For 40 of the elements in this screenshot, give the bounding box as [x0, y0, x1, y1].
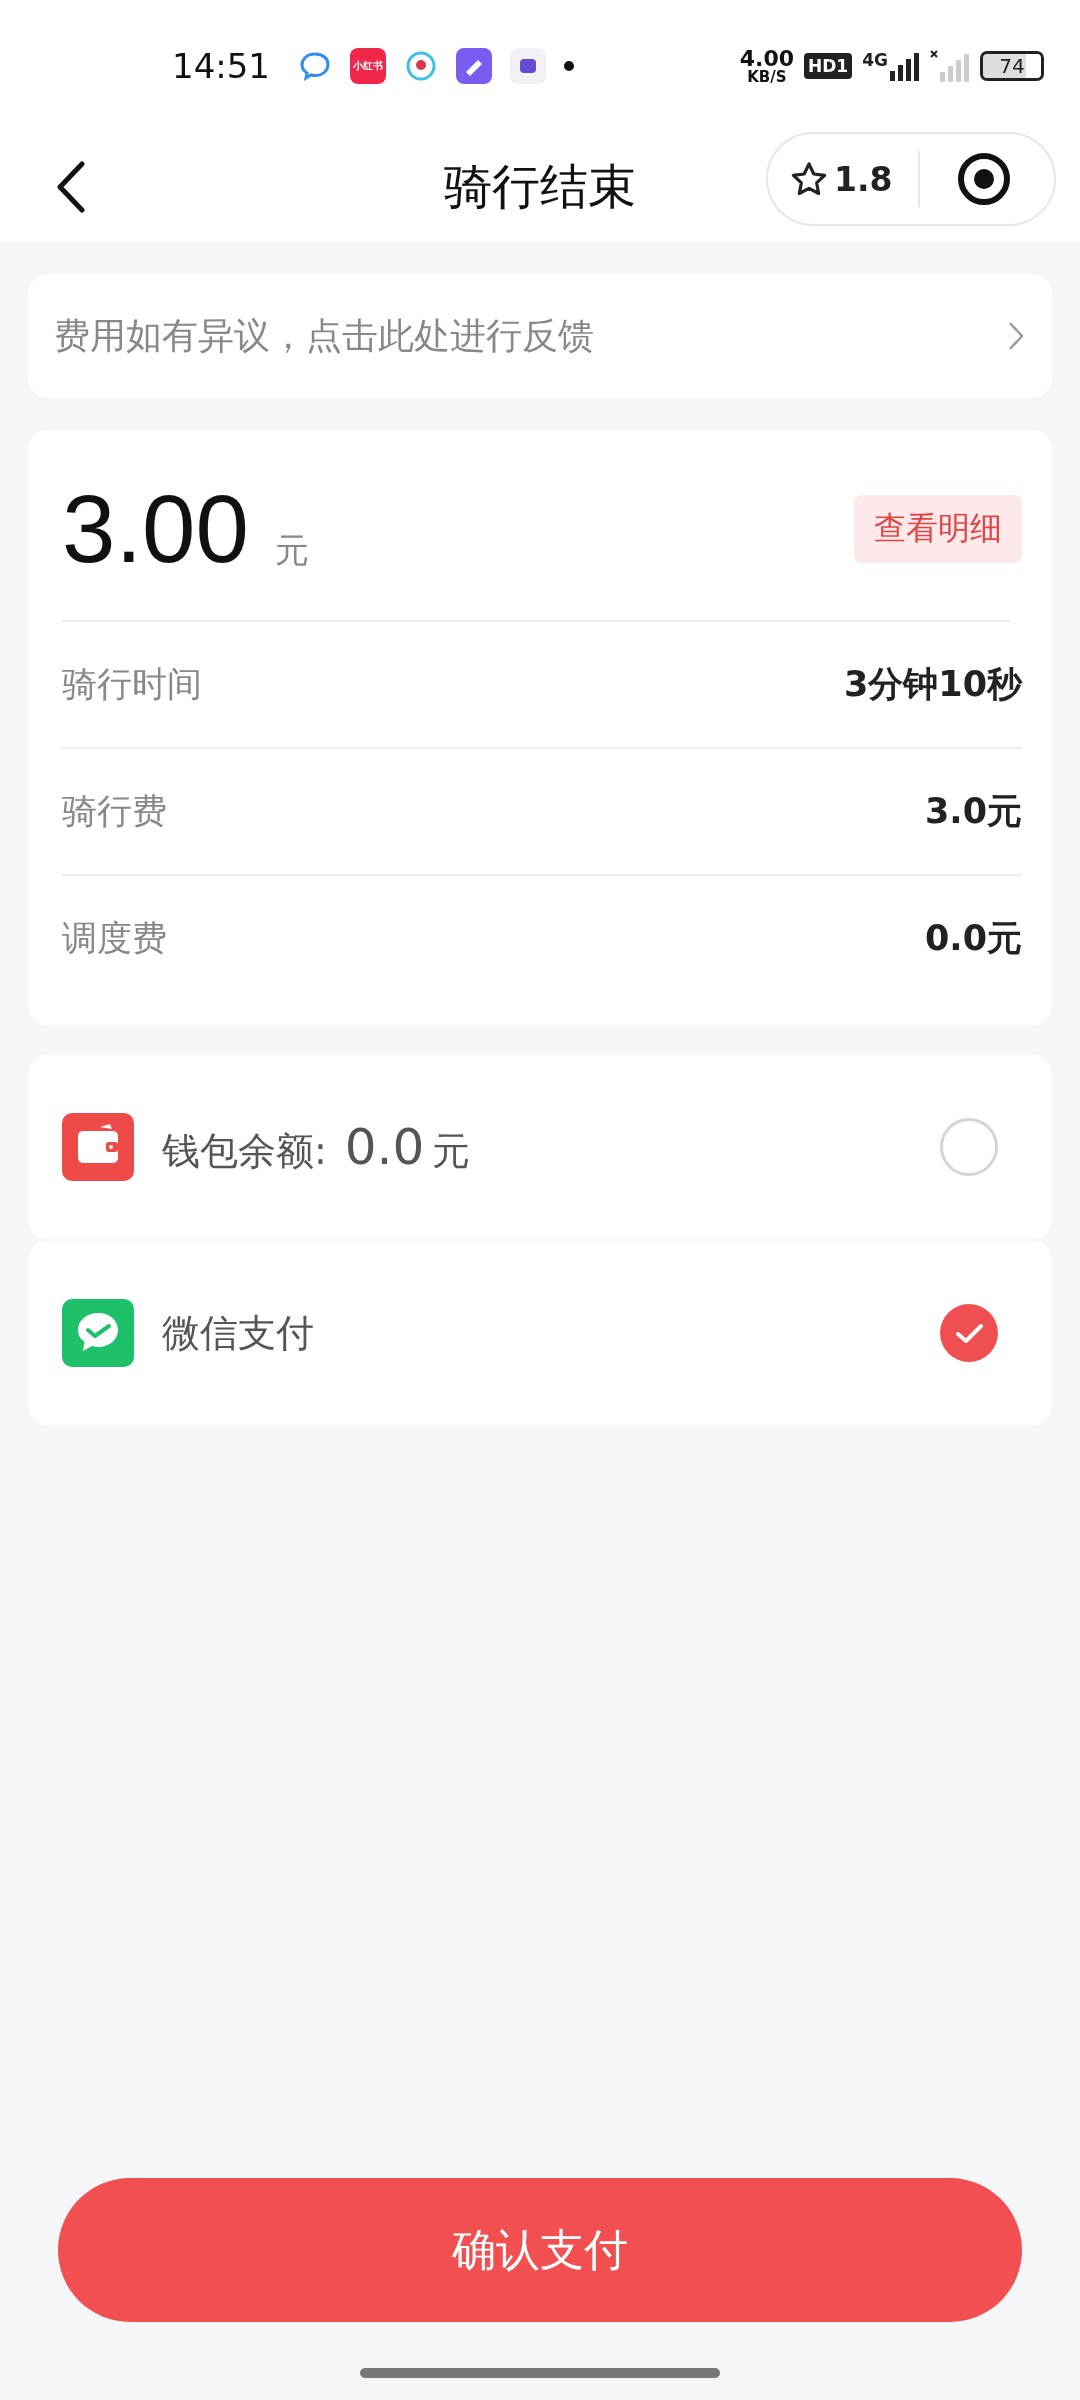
fare-value: 3分钟10秒	[843, 663, 1022, 706]
wallet-balance: 0.0	[344, 1117, 425, 1176]
fare-label: 骑行费	[62, 790, 167, 833]
wechat-pay-icon	[62, 1299, 134, 1367]
star-icon[interactable]	[790, 161, 828, 197]
confirm-payment-button[interactable]: 确认支付	[58, 2178, 1022, 2322]
view-details-button[interactable]: 查看明细	[854, 495, 1022, 563]
radio-checked-icon[interactable]	[940, 1304, 998, 1362]
battery-level: 74	[980, 51, 1044, 81]
app-icon: 小红书	[350, 48, 386, 84]
dot-icon	[564, 61, 574, 71]
balance-unit: 元	[432, 1127, 471, 1175]
fare-amount: 3.00	[62, 474, 249, 584]
signal-icon	[890, 51, 920, 81]
payment-label: 微信支付	[162, 1309, 314, 1357]
chevron-right-icon	[1008, 321, 1024, 351]
payment-option[interactable]: 钱包余额: 0.0 元	[28, 1055, 1052, 1239]
fare-value: 3.0元	[925, 790, 1022, 833]
pen-app-icon	[456, 48, 492, 84]
page-title: 骑行结束	[444, 157, 636, 216]
fare-value: 0.0元	[925, 917, 1022, 960]
radio-unchecked-icon[interactable]	[940, 1118, 998, 1176]
status-time: 14:51	[172, 46, 270, 86]
square-app-icon	[510, 48, 546, 84]
network-speed-unit: KB/S	[747, 69, 787, 85]
no-signal-icon	[930, 50, 970, 82]
wallet-icon	[62, 1113, 134, 1181]
fare-unit: 元	[274, 529, 309, 572]
feedback-link[interactable]: 费用如有异议，点击此处进行反馈	[28, 274, 1052, 398]
target-icon[interactable]	[956, 151, 1012, 207]
network-speed: 4.00	[739, 47, 795, 70]
fare-label: 调度费	[62, 917, 167, 960]
network-type: 4G	[862, 49, 888, 70]
chat-bubble-icon	[298, 51, 332, 81]
rating-value: 1.8	[834, 159, 893, 199]
payment-option[interactable]: 微信支付	[28, 1241, 1052, 1425]
fare-label: 骑行时间	[62, 663, 202, 706]
payment-label: 钱包余额:	[162, 1127, 327, 1175]
ring-app-icon	[404, 49, 438, 83]
hd-badge: HD1	[804, 53, 853, 79]
